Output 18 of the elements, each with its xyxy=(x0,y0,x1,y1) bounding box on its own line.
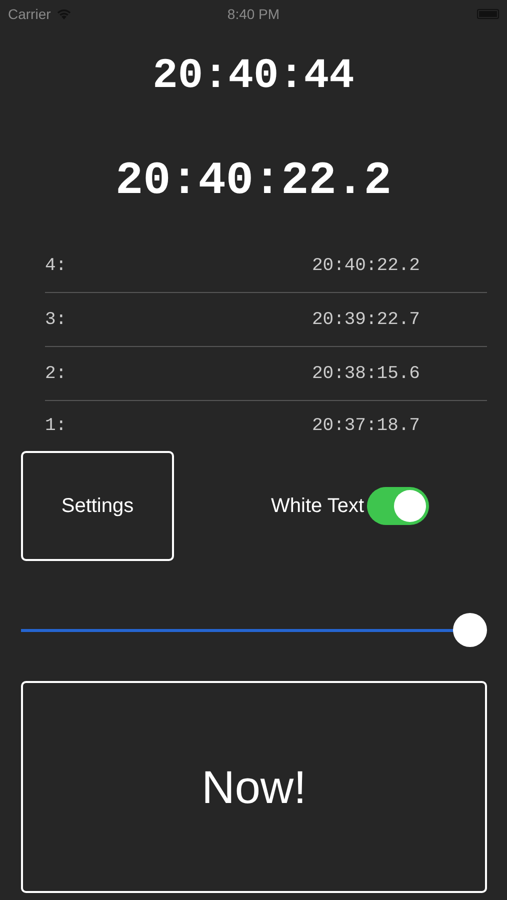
status-time: 8:40 PM xyxy=(227,6,280,22)
lap-time: 20:38:15.6 xyxy=(312,364,420,384)
slider-thumb[interactable] xyxy=(453,612,487,646)
lap-time: 20:40:22.2 xyxy=(312,256,420,276)
lap-number: 3: xyxy=(45,310,67,330)
lap-time: 20:39:22.7 xyxy=(312,310,420,330)
carrier-name: Carrier xyxy=(8,6,51,22)
toggle-switch[interactable] xyxy=(367,487,429,525)
lap-time: 20:37:18.7 xyxy=(312,416,420,436)
toggle-label: White Text xyxy=(271,494,364,518)
lap-number: 1: xyxy=(45,416,67,436)
lap-number: 4: xyxy=(45,256,67,276)
lap-number: 2: xyxy=(45,364,67,384)
slider[interactable] xyxy=(21,612,487,648)
last-mark-time: 20:40:22.2 xyxy=(114,154,393,208)
now-button[interactable]: Now! xyxy=(21,681,487,893)
current-time: 20:40:44 xyxy=(152,52,356,100)
settings-button[interactable]: Settings xyxy=(21,451,174,561)
